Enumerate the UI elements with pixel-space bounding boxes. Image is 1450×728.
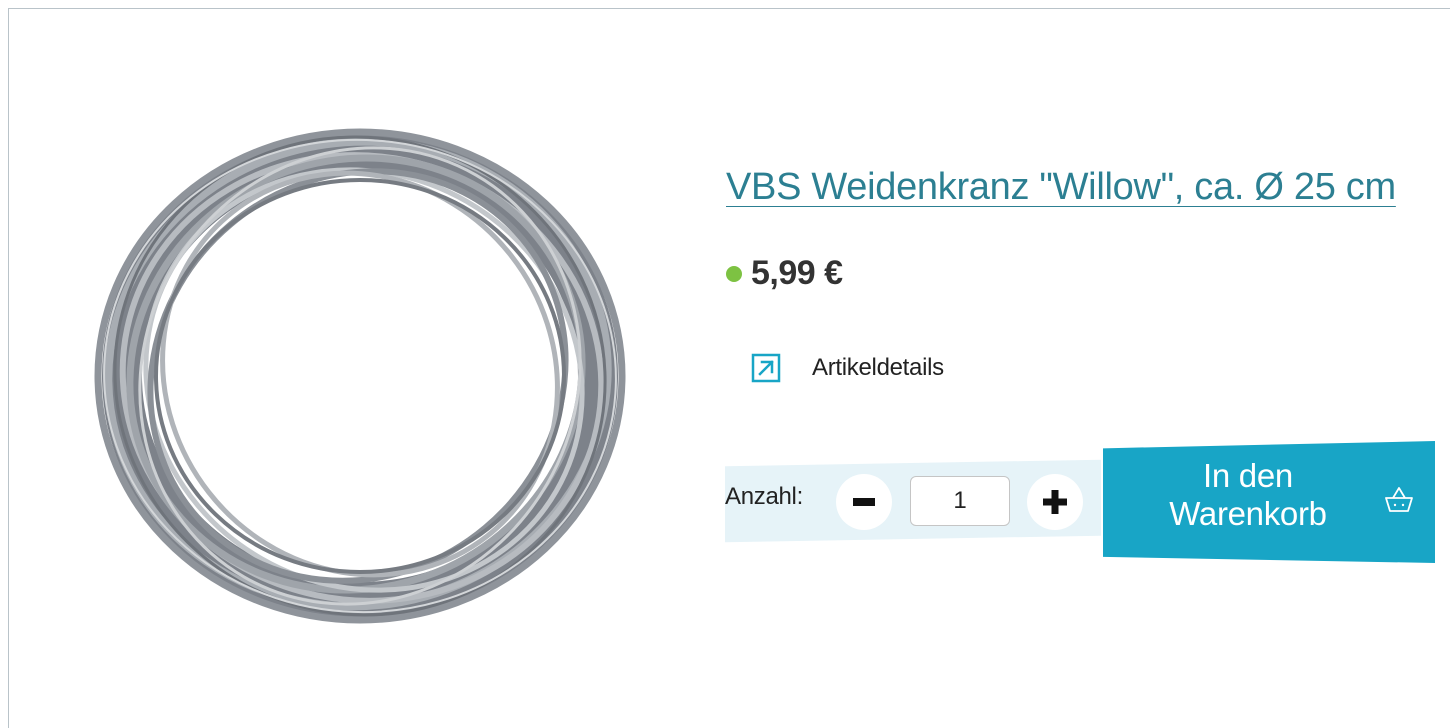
article-details-label: Artikeldetails: [812, 354, 944, 381]
article-details-link[interactable]: Artikeldetails: [751, 353, 944, 383]
quantity-increment-button[interactable]: [1027, 474, 1083, 530]
availability-dot: [726, 265, 742, 282]
price: 5,99 €: [751, 254, 843, 292]
add-to-cart-label: In den Warenkorb: [1169, 457, 1327, 532]
minus-icon: [853, 498, 875, 506]
quantity-decrement-button[interactable]: [836, 474, 892, 530]
quantity-label: Anzahl:: [725, 483, 803, 510]
product-title[interactable]: VBS Weidenkranz "Willow", ca. Ø 25 cm: [726, 166, 1396, 209]
quantity-input[interactable]: [910, 476, 1010, 526]
basket-icon: [1385, 487, 1413, 512]
price-row: 5,99 €: [726, 254, 843, 293]
plus-icon: [1043, 490, 1067, 514]
product-image[interactable]: [68, 108, 658, 638]
external-link-arrow-icon: [751, 353, 781, 383]
add-to-cart-button[interactable]: In den Warenkorb: [1103, 441, 1435, 563]
